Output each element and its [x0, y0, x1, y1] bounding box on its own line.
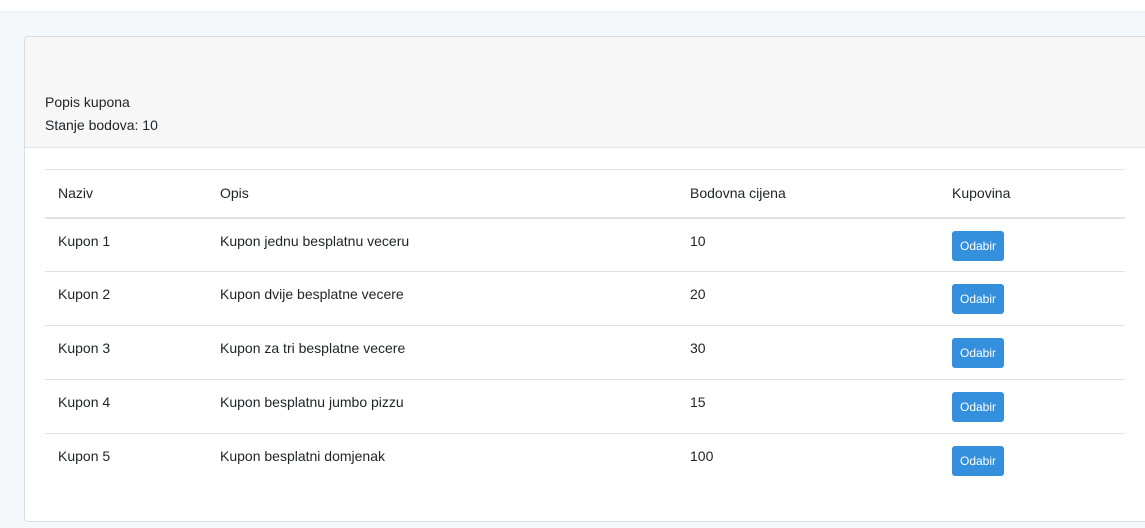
purchase-cell: Odabir — [939, 434, 1125, 488]
table-row: Kupon 5 Kupon besplatni domjenak 100 Oda… — [45, 434, 1125, 488]
card-header: Popis kupona Stanje bodova: 10 — [25, 37, 1145, 148]
coupon-name: Kupon 2 — [58, 286, 111, 302]
top-navbar — [0, 0, 1145, 11]
coupon-name: Kupon 4 — [58, 394, 111, 410]
purchase-cell: Odabir — [939, 218, 1125, 272]
column-header-price: Bodovna cijena — [690, 185, 786, 202]
column-header-purchase: Kupovina — [952, 185, 1011, 202]
table-row: Kupon 2 Kupon dvije besplatne vecere 20 … — [45, 272, 1125, 326]
purchase-cell: Odabir — [939, 272, 1125, 326]
coupon-description: Kupon jednu besplatnu veceru — [220, 232, 410, 249]
table-row: Kupon 3 Kupon za tri besplatne vecere 30… — [45, 326, 1125, 380]
select-coupon-button[interactable]: Odabir — [952, 230, 1005, 261]
coupon-description: Kupon dvije besplatne vecere — [220, 286, 404, 302]
select-coupon-button[interactable]: Odabir — [952, 392, 1005, 422]
table-header-row: Naziv Opis Bodovna cijena Kupovina — [45, 169, 1125, 218]
table-row: Kupon 4 Kupon besplatnu jumbo pizzu 15 O… — [45, 380, 1125, 434]
coupon-price: 15 — [690, 394, 706, 410]
coupon-price: 20 — [690, 286, 706, 302]
coupons-card: Popis kupona Stanje bodova: 10 Naziv Opi… — [24, 36, 1145, 522]
select-coupon-button[interactable]: Odabir — [952, 284, 1005, 314]
page-title: Popis kupona — [45, 94, 130, 110]
column-header-description: Opis — [220, 185, 249, 202]
coupon-price: 30 — [690, 340, 706, 356]
purchase-cell: Odabir — [939, 326, 1125, 380]
coupons-table: Naziv Opis Bodovna cijena Kupovina Kupon… — [45, 169, 1125, 488]
select-coupon-button[interactable]: Odabir — [952, 446, 1005, 476]
coupon-description: Kupon besplatnu jumbo pizzu — [220, 394, 404, 410]
coupon-name: Kupon 3 — [58, 340, 111, 356]
coupon-name: Kupon 5 — [58, 448, 111, 464]
points-balance: Stanje bodova: 10 — [45, 117, 158, 133]
coupon-price: 10 — [690, 232, 706, 249]
select-coupon-button[interactable]: Odabir — [952, 338, 1005, 368]
coupon-price: 100 — [690, 448, 714, 464]
coupon-name: Kupon 1 — [58, 232, 111, 249]
column-header-name: Naziv — [58, 185, 94, 202]
table-row: Kupon 1 Kupon jednu besplatnu veceru 10 … — [45, 218, 1125, 272]
coupon-description: Kupon za tri besplatne vecere — [220, 340, 406, 356]
coupon-description: Kupon besplatni domjenak — [220, 448, 386, 464]
purchase-cell: Odabir — [939, 380, 1125, 434]
